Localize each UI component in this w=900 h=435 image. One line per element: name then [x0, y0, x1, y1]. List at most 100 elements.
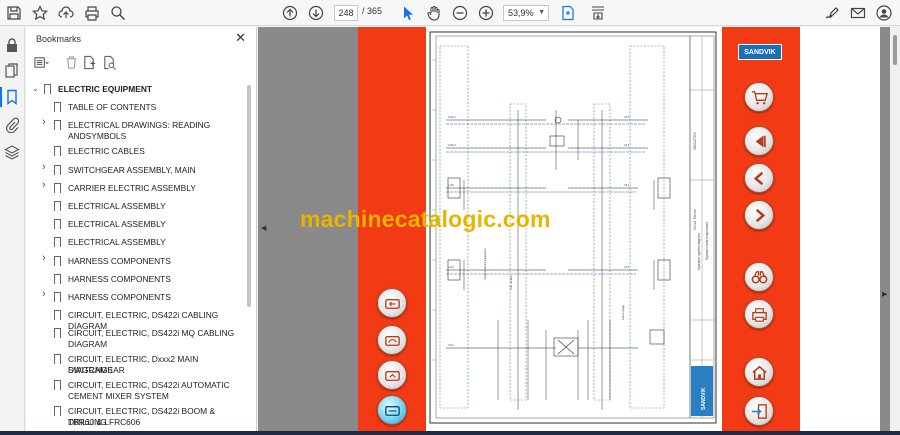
bookmark-item[interactable]: CIRCUIT, ELECTRIC, DS422i AUTOMATIC CEMEN…	[26, 379, 250, 403]
bookmark-label: CIRCUIT, ELECTRIC, DS422i AUTOMATIC	[68, 380, 230, 391]
bookmark-label: HARNESS COMPONENTS	[68, 255, 171, 266]
shopping-cart-button[interactable]	[744, 82, 774, 112]
search-icon[interactable]	[108, 3, 128, 23]
first-page-button[interactable]	[744, 126, 774, 156]
chevron-right-icon[interactable]: ›	[42, 289, 50, 300]
chevron-right-icon[interactable]: ›	[42, 252, 50, 263]
bookmark-label: HARNESS COMPONENTS	[68, 292, 171, 302]
zoom-select[interactable]: 53,9% ▼	[503, 5, 549, 21]
history-button[interactable]	[377, 325, 407, 355]
bookmark-flag-icon	[54, 380, 61, 394]
bookmark-icon[interactable]	[0, 87, 20, 107]
find-bookmark-icon[interactable]	[102, 55, 118, 71]
svg-text:Hydraulic tank temperature: Hydraulic tank temperature	[705, 222, 709, 260]
svg-text:Sensor supply: Sensor supply	[622, 304, 625, 320]
bookmark-label: ELECTRICAL ASSEMBLY	[68, 201, 166, 211]
chevron-down-icon[interactable]: ⌄	[32, 85, 40, 93]
taskbar-edge	[0, 431, 900, 435]
binoculars-button[interactable]	[744, 262, 774, 292]
bookmark-flag-icon	[54, 273, 61, 287]
scroll-mode-icon[interactable]	[588, 3, 608, 23]
print-icon[interactable]	[82, 3, 102, 23]
print-page-button[interactable]	[377, 360, 407, 390]
new-bookmark-icon[interactable]	[82, 55, 98, 71]
previous-page-button[interactable]	[744, 163, 774, 193]
bookmark-label-line2: CEMENT MIXER SYSTEM	[68, 391, 169, 402]
chevron-right-icon[interactable]: ›	[42, 117, 50, 128]
zoom-out-icon[interactable]	[450, 3, 470, 23]
bookmark-label: TABLE OF CONTENTS	[68, 102, 157, 113]
bookmark-item[interactable]: ELECTRICAL ASSEMBLY	[26, 218, 250, 233]
back-page-button[interactable]	[377, 288, 407, 318]
collapse-left-icon[interactable]: ◀	[261, 224, 266, 232]
hand-icon[interactable]	[424, 3, 444, 23]
bookmark-item[interactable]: › ELECTRICAL DRAWINGS: READING ANDSYMBOLS	[26, 117, 250, 143]
mail-icon[interactable]	[848, 3, 868, 23]
close-icon[interactable]: ✕	[235, 30, 246, 46]
bookmark-flag-icon	[54, 201, 61, 214]
page-right-margin	[800, 27, 880, 435]
bookmark-flag-icon	[54, 310, 61, 324]
svg-text:CAN: CAN	[448, 343, 454, 347]
bookmark-item[interactable]: CIRCUIT, ELECTRIC, DS422i BOOM & DRILLIN…	[26, 405, 250, 429]
svg-text:GND 2: GND 2	[448, 143, 456, 147]
bookmark-item[interactable]: HARNESS COMPONENTS	[26, 273, 250, 287]
chevron-down-icon: ▼	[538, 9, 545, 16]
printer-button[interactable]	[744, 299, 774, 329]
next-page-button[interactable]	[744, 200, 774, 230]
top-toolbar: 248 / 365 53,9% ▼	[0, 0, 900, 26]
document-scrollbar[interactable]	[890, 27, 900, 435]
exit-button[interactable]	[744, 396, 774, 426]
bookmark-item[interactable]: CIRCUIT, ELECTRIC, DS422i MQ CABLING DIAG…	[26, 327, 250, 351]
star-icon[interactable]	[30, 3, 50, 23]
bookmark-label: HARNESS COMPONENTS	[68, 273, 171, 284]
bookmark-item[interactable]: ELECTRICAL ASSEMBLY	[26, 236, 250, 251]
bookmark-flag-icon	[44, 84, 51, 97]
pages-icon[interactable]	[4, 63, 20, 79]
bookmark-item[interactable]: › HARNESS COMPONENTS	[26, 252, 250, 269]
page-up-icon[interactable]	[280, 3, 300, 23]
bookmark-tree: ⌄ ELECTRIC EQUIPMENT TABLE OF CONTENTS › ELE…	[26, 79, 250, 435]
bookmark-label-line2: TBR60 & LFRC606	[68, 417, 141, 428]
bookmark-flag-icon	[54, 406, 61, 420]
bookmark-root[interactable]: ⌄ ELECTRIC EQUIPMENT	[26, 83, 250, 97]
options-menu-icon[interactable]	[34, 55, 50, 71]
select-cursor-icon[interactable]	[398, 3, 418, 23]
panel-title: Bookmarks	[36, 34, 82, 44]
bookmark-flag-icon	[54, 219, 61, 233]
home-button[interactable]	[744, 357, 774, 387]
bookmark-flag-icon	[54, 182, 61, 196]
account-icon[interactable]	[874, 3, 894, 23]
bookmark-item[interactable]: ELECTRICAL ASSEMBLY	[26, 200, 250, 214]
upload-icon[interactable]	[56, 3, 76, 23]
zoom-in-icon[interactable]	[476, 3, 496, 23]
svg-text:X3:1: X3:1	[624, 183, 630, 187]
edit-sign-icon[interactable]	[822, 3, 842, 23]
collapse-right-icon[interactable]: ▶	[882, 290, 887, 298]
delete-bookmark-icon[interactable]	[64, 55, 80, 71]
bookmark-item[interactable]: › CARRIER ELECTRIC ASSEMBLY	[26, 179, 250, 196]
bookmark-item[interactable]: › SWITCHGEAR ASSEMBLY, MAIN	[26, 161, 250, 178]
bookmark-item[interactable]: ELECTRIC CABLES	[26, 145, 250, 160]
layers-icon[interactable]	[4, 144, 20, 160]
scroll-thumb[interactable]	[893, 35, 897, 65]
page-number-input[interactable]: 248	[334, 5, 358, 21]
bookmark-item[interactable]: CIRCUIT, ELECTRIC, Dxxx2 MAIN SWITCHGEAR…	[26, 353, 250, 377]
svg-text:Hydraulic oil tank temperature: Hydraulic oil tank temperature	[484, 248, 487, 280]
svg-text:X2:6: X2:6	[624, 143, 630, 147]
fit-page-icon[interactable]	[558, 3, 578, 23]
save-icon[interactable]	[4, 3, 24, 23]
bookmark-item[interactable]: CIRCUIT, ELECTRIC, DS422i CABLING DIAGRA…	[26, 309, 250, 331]
bookmark-item[interactable]: › HARNESS COMPONENTS	[26, 289, 250, 305]
chevron-right-icon[interactable]: ›	[42, 161, 50, 172]
lock-icon[interactable]	[4, 37, 20, 53]
bookmarks-scrollbar[interactable]	[247, 85, 251, 307]
page-down-icon[interactable]	[306, 3, 326, 23]
chevron-right-icon[interactable]: ›	[42, 179, 50, 190]
attachment-icon[interactable]	[4, 117, 20, 134]
current-page-button[interactable]	[377, 395, 407, 425]
bookmark-flag-icon	[54, 102, 61, 116]
bookmark-item[interactable]: TABLE OF CONTENTS	[26, 101, 250, 116]
svg-text:GND 1: GND 1	[448, 115, 456, 119]
left-tool-rail	[0, 27, 25, 435]
